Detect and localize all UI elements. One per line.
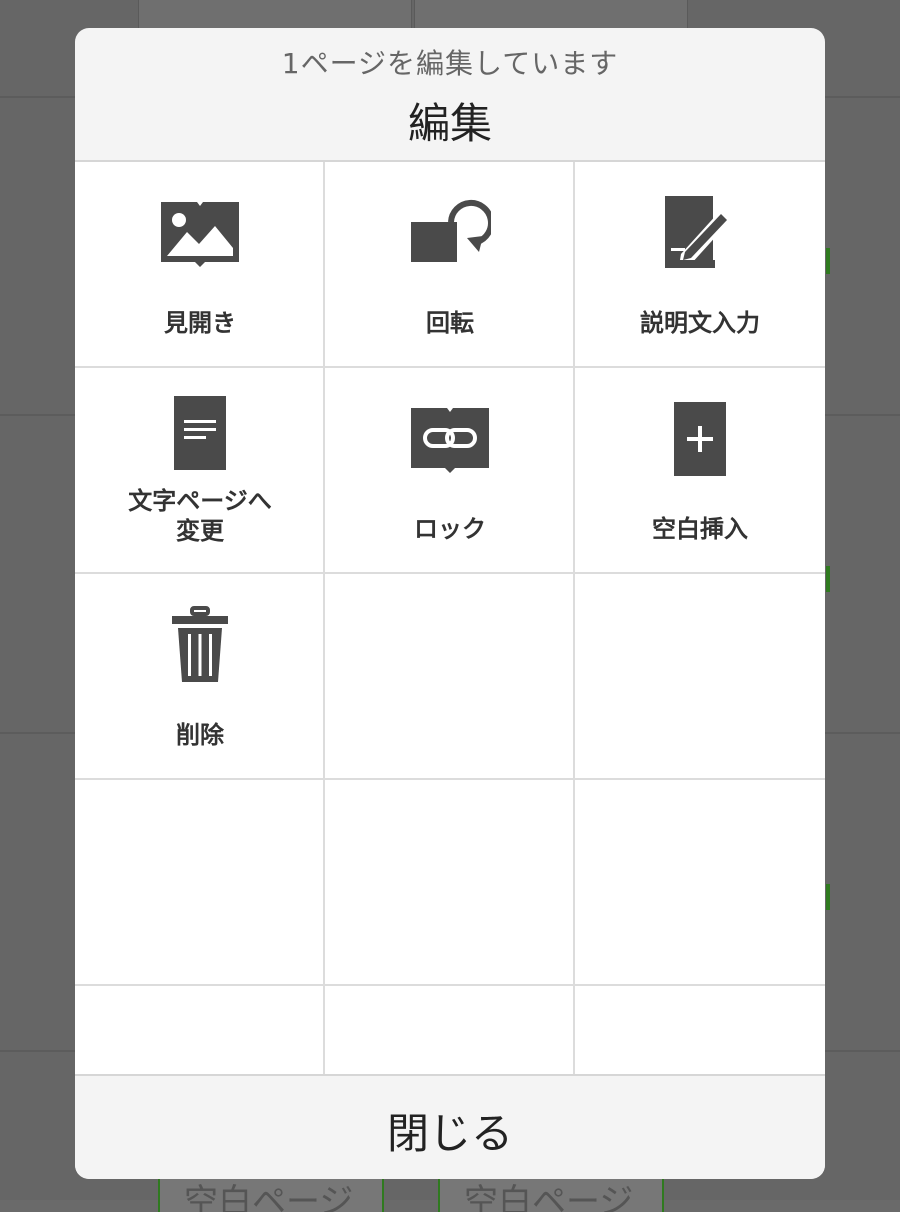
menu-item-label: 回転 bbox=[426, 309, 474, 337]
menu-item-label: 削除 bbox=[176, 721, 224, 749]
text-page-icon bbox=[75, 396, 325, 470]
edit-note-icon bbox=[575, 194, 825, 270]
menu-item-rotate[interactable]: 回転 bbox=[325, 162, 575, 368]
add-page-icon bbox=[575, 402, 825, 476]
close-button-label: 閉じる bbox=[386, 1109, 513, 1158]
empty-cell bbox=[575, 780, 825, 986]
menu-item-label-line: 変更 bbox=[176, 517, 224, 545]
dialog-subtitle: 1ページを編集しています bbox=[281, 47, 619, 80]
empty-cell bbox=[325, 780, 575, 986]
trash-icon bbox=[75, 606, 325, 686]
menu-item-label: ロック bbox=[414, 515, 486, 543]
menu-item-label: 見開き bbox=[164, 309, 236, 337]
menu-item-spread[interactable]: 見開き bbox=[75, 162, 325, 368]
empty-cell bbox=[575, 574, 825, 780]
close-button[interactable]: 閉じる bbox=[75, 1074, 825, 1179]
link-lock-icon bbox=[325, 406, 575, 474]
menu-item-label-line: 文字ページへ bbox=[128, 487, 272, 515]
menu-item-label: 空白挿入 bbox=[652, 515, 748, 543]
empty-cell bbox=[75, 986, 325, 1074]
menu-item-text-page[interactable]: 文字ページへ 変更 bbox=[75, 368, 325, 574]
empty-cell bbox=[325, 574, 575, 780]
edit-dialog: 1ページを編集しています 編集 見開き 回転 説明文入力 文字ページへ 変更 ロ… bbox=[75, 28, 825, 1179]
image-spread-icon bbox=[75, 200, 325, 268]
menu-item-label: 説明文入力 bbox=[640, 309, 760, 337]
menu-item-label: 文字ページへ 変更 bbox=[75, 486, 325, 546]
dialog-header: 1ページを編集しています 編集 bbox=[75, 28, 825, 162]
menu-item-insert-blank[interactable]: 空白挿入 bbox=[575, 368, 825, 574]
background-selection-mark bbox=[826, 566, 830, 592]
background-selection-mark bbox=[826, 248, 830, 274]
empty-cell bbox=[75, 780, 325, 986]
menu-item-delete[interactable]: 削除 bbox=[75, 574, 325, 780]
menu-item-lock[interactable]: ロック bbox=[325, 368, 575, 574]
rotate-icon bbox=[325, 198, 575, 266]
background-selection-mark bbox=[826, 884, 830, 910]
menu-item-caption[interactable]: 説明文入力 bbox=[575, 162, 825, 368]
edit-menu-grid: 見開き 回転 説明文入力 文字ページへ 変更 ロック 空白挿入 削除 bbox=[75, 162, 825, 1074]
empty-cell bbox=[575, 986, 825, 1074]
empty-cell bbox=[325, 986, 575, 1074]
dialog-title: 編集 bbox=[407, 99, 492, 148]
